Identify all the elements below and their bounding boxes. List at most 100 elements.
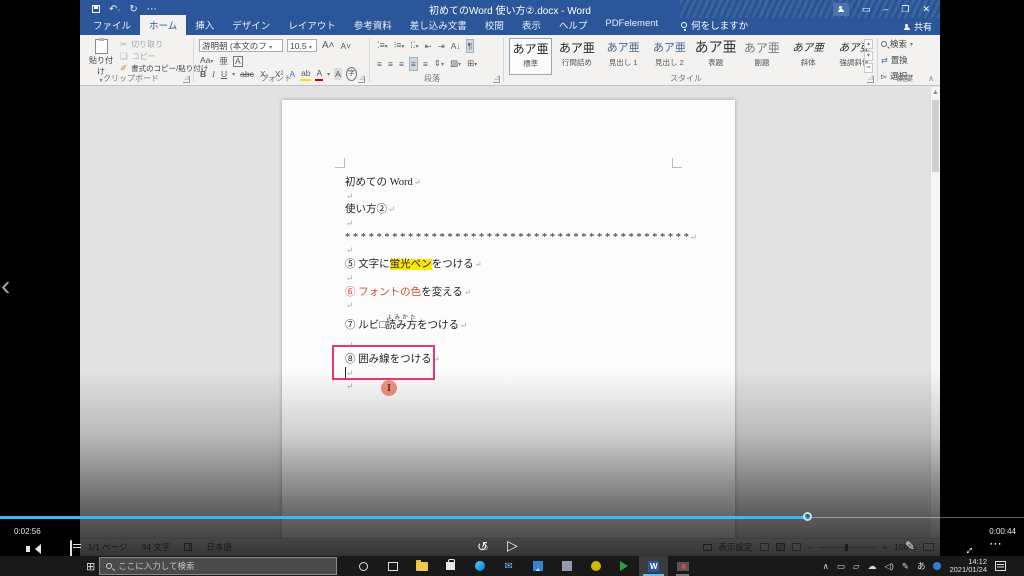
word-count[interactable]: 94 文字 (142, 541, 171, 553)
tab-参考資料[interactable]: 参考資料 (345, 15, 401, 35)
ribbon-display-options-icon[interactable]: ▭ (862, 0, 871, 18)
tab-ヘルプ[interactable]: ヘルプ (550, 15, 597, 35)
align-center-button[interactable]: ≡ (387, 58, 394, 70)
vertical-scrollbar[interactable]: ▲ (930, 87, 940, 538)
read-mode-button[interactable] (759, 543, 769, 551)
fit-page-icon[interactable] (923, 543, 934, 551)
font-name-combobox[interactable]: 游明朝 (本文のフ ▾ (199, 39, 283, 52)
style-斜体[interactable]: あア亜 斜体 (787, 38, 830, 75)
seek-bar[interactable] (0, 512, 1024, 521)
previous-video-chevron[interactable]: ‹ (1, 272, 10, 300)
style-表題[interactable]: あア亜 表題 (694, 38, 737, 75)
tab-挿入[interactable]: 挿入 (186, 15, 223, 35)
tray-pen-icon[interactable]: ✎ (902, 561, 909, 572)
enclose-border-button[interactable]: A (232, 55, 243, 67)
find-button[interactable]: 検索 ▾ (881, 38, 939, 50)
zoom-out-button[interactable]: – (808, 542, 813, 552)
tray-cloud-icon[interactable]: ☁ (867, 561, 876, 572)
draw-pencil-button[interactable]: ✎ (905, 539, 915, 553)
tray-speaker-icon[interactable]: ◁) (884, 561, 893, 572)
doc-line[interactable]: ↵ (345, 190, 715, 204)
zoom-in-button[interactable]: + (882, 542, 887, 552)
scrollbar-thumb[interactable] (932, 100, 939, 172)
tab-表示[interactable]: 表示 (513, 15, 550, 35)
taskbar-app-green-icon[interactable] (610, 556, 639, 576)
seek-handle[interactable] (802, 512, 812, 521)
show-paragraph-marks-button[interactable]: ¶ (465, 39, 475, 53)
align-right-button[interactable]: ≡ (398, 58, 405, 70)
tray-chevron-up-icon[interactable]: ∧ (823, 561, 829, 572)
style-標準[interactable]: あア亜 標準 (509, 38, 553, 75)
doc-line[interactable]: 使い方②↵ (345, 203, 715, 217)
doc-line[interactable]: * * * * * * * * * * * * * * * * * * * * … (345, 231, 715, 245)
cut-button[interactable]: ✂ 切り取り (120, 39, 163, 50)
style-見出し 1[interactable]: あア亜 見出し 1 (602, 38, 645, 75)
font-size-combobox[interactable]: 10.5 ▾ (287, 39, 317, 52)
sort-button[interactable]: A↓ (450, 40, 462, 52)
skip-back-button[interactable]: ↺ 10 (477, 538, 493, 554)
more-options-button[interactable]: ⋯ (989, 536, 1002, 552)
tab-ホーム[interactable]: ホーム (140, 15, 187, 35)
line-spacing-button[interactable]: ⇕▾ (433, 57, 445, 71)
taskbar-clock[interactable]: 14:12 2021/01/24 (949, 557, 987, 575)
taskbar-mail-icon[interactable]: ✉ (494, 556, 523, 576)
share-button[interactable]: 共有 (903, 20, 932, 33)
gallery-up-button[interactable]: ▴ (864, 39, 873, 49)
taskbar-word-icon[interactable]: W (639, 556, 669, 576)
style-副題[interactable]: あア亜 副題 (740, 38, 783, 75)
tell-me[interactable]: 何をしますか (681, 18, 748, 35)
borders-button[interactable]: ⊞▾ (466, 57, 478, 71)
doc-line[interactable]: ⑥ フォントの色を変える↵ (345, 286, 715, 300)
copy-button[interactable]: ❏ コピー (120, 51, 156, 62)
web-layout-button[interactable] (791, 543, 801, 551)
replace-button[interactable]: ⇄ 置換 (881, 54, 939, 66)
tab-ファイル[interactable]: ファイル (84, 15, 140, 35)
proofing-icon[interactable] (184, 543, 193, 551)
doc-line[interactable]: ⑤ 文字に蛍光ペンをつける↵ (345, 258, 715, 272)
ruby-button[interactable]: 亜 (218, 55, 229, 67)
tab-PDFelement[interactable]: PDFelement (596, 15, 667, 35)
doc-line[interactable]: 初めての Word↵ (345, 176, 715, 190)
font-dialog-launcher[interactable]: ◿ (358, 75, 365, 83)
tray-window-icon[interactable]: ▭ (837, 561, 845, 572)
styles-dialog-launcher[interactable]: ◿ (867, 75, 874, 83)
bullets-button[interactable]: ⁚≡▾ (376, 39, 389, 53)
zoom-slider-thumb[interactable] (845, 543, 849, 551)
taskbar-cortana-icon[interactable] (349, 556, 378, 576)
gallery-down-button[interactable]: ▾ (864, 51, 873, 61)
action-center-icon[interactable] (995, 561, 1006, 571)
taskbar-file-explorer-icon[interactable] (407, 556, 436, 576)
align-left-button[interactable]: ≡ (376, 58, 383, 70)
tab-デザイン[interactable]: デザイン (223, 15, 279, 35)
tray-folder-icon[interactable]: ▱ (853, 561, 860, 572)
tab-校閲[interactable]: 校閲 (476, 15, 513, 35)
scroll-up-arrow[interactable]: ▲ (931, 87, 940, 98)
ime-indicator[interactable]: あ (917, 560, 926, 572)
redo-icon[interactable]: ↻ (129, 4, 137, 15)
display-settings-label[interactable]: 表示設定 (719, 541, 753, 553)
taskbar-edge-icon[interactable] (465, 556, 494, 576)
doc-line[interactable]: ↵ (345, 299, 715, 313)
shading-button[interactable]: ▨▾ (449, 57, 462, 71)
qat-customize-icon[interactable]: ⋯ (147, 4, 157, 15)
maximize-button[interactable]: ❐ (901, 0, 909, 18)
gallery-more-button[interactable]: ≂ (864, 63, 873, 73)
justify-button[interactable]: ≡ (408, 57, 418, 71)
tray-app-icon[interactable] (933, 562, 942, 570)
shrink-font-button[interactable]: A˅ (340, 40, 353, 52)
undo-icon[interactable]: ↶▾ (109, 4, 120, 15)
clipboard-dialog-launcher[interactable]: ◿ (183, 75, 190, 83)
doc-line[interactable]: ↵ (345, 380, 715, 394)
save-icon[interactable] (92, 5, 100, 13)
taskbar-recorder-icon[interactable] (668, 556, 697, 576)
increase-indent-button[interactable]: ⇥ (437, 40, 446, 52)
style-見出し 2[interactable]: あア亜 見出し 2 (648, 38, 691, 75)
page-count[interactable]: 1/1 ページ (88, 541, 128, 553)
taskbar-search-box[interactable]: ここに入力して検索 (99, 557, 338, 575)
print-layout-button[interactable] (775, 543, 785, 551)
taskbar-photos-icon[interactable] (523, 556, 552, 576)
distribute-button[interactable]: ≡ (422, 58, 429, 70)
collapse-ribbon-button[interactable]: ∧ (928, 74, 934, 83)
taskbar-store-icon[interactable] (436, 556, 465, 576)
tab-差し込み文書[interactable]: 差し込み文書 (401, 15, 476, 35)
